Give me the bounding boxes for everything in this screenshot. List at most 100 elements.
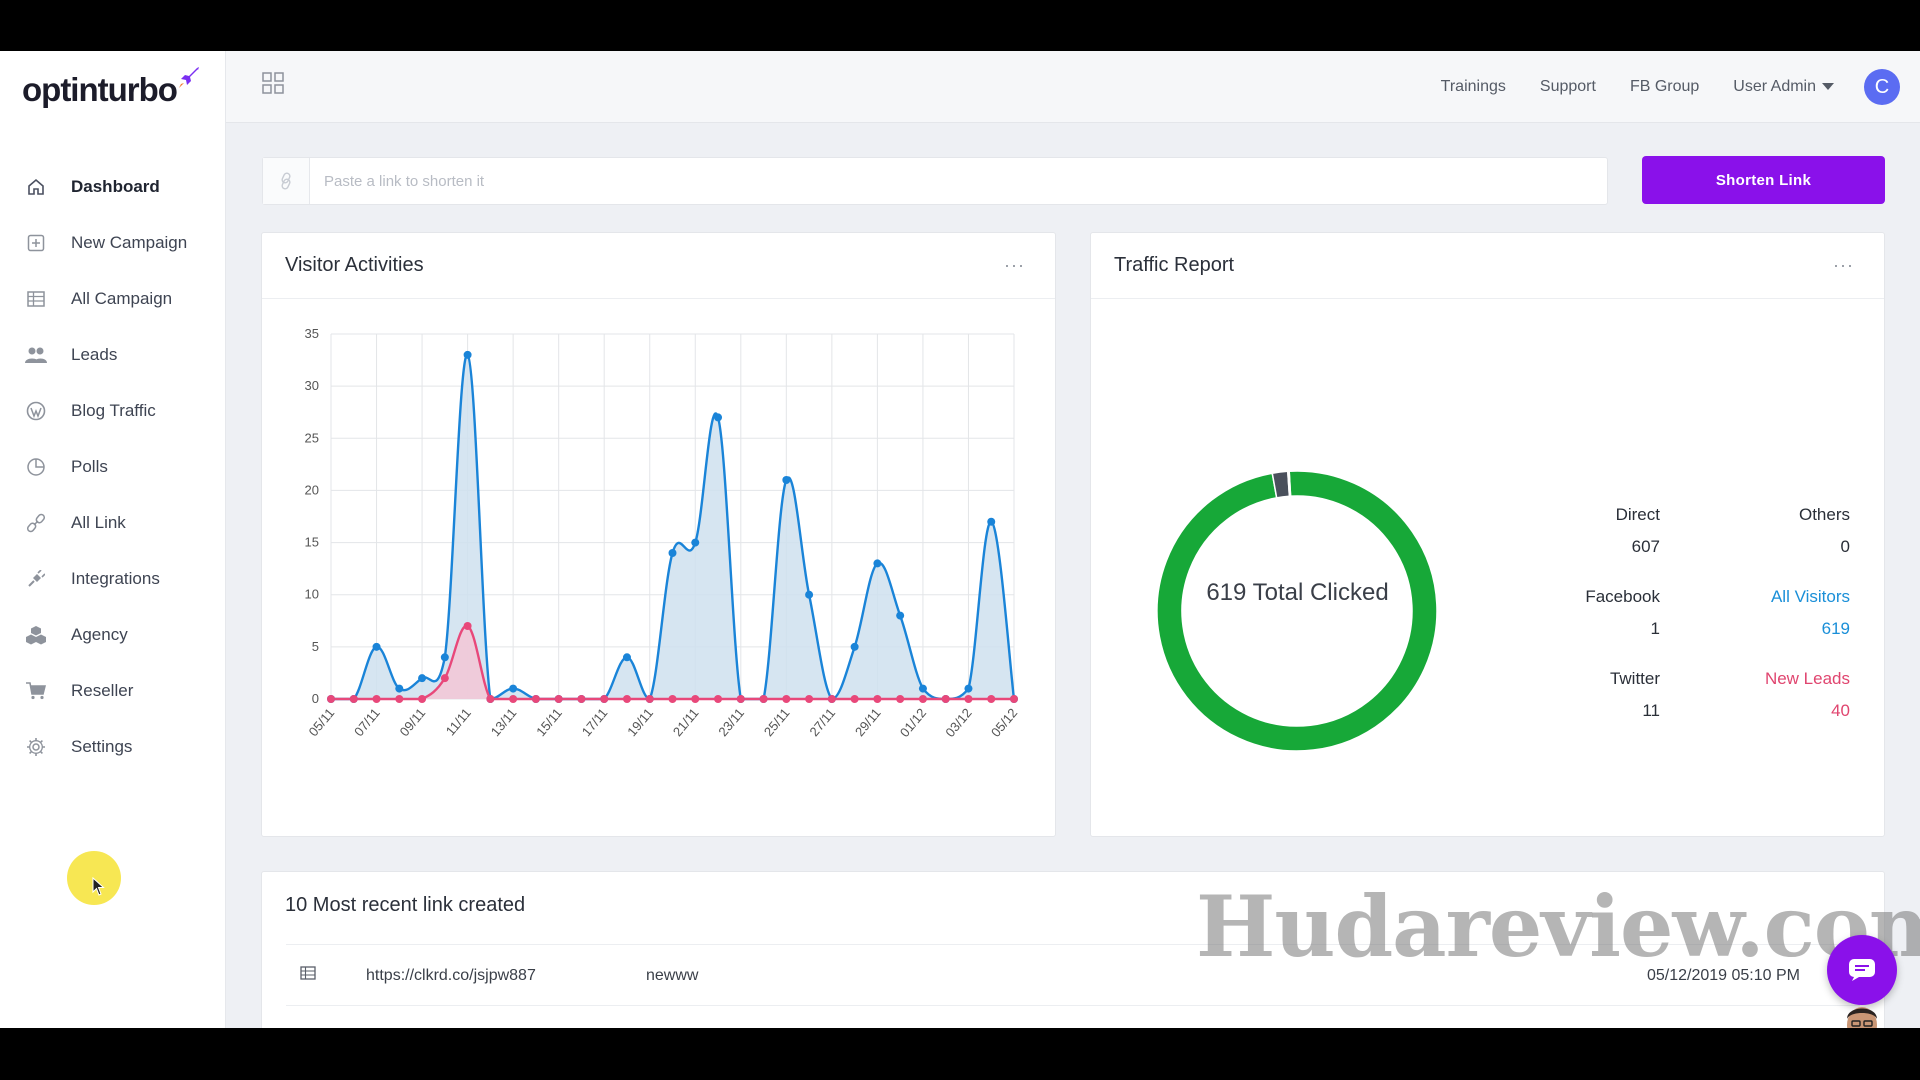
donut-slice-direct [1156, 470, 1438, 752]
sidebar-item-reseller[interactable]: Reseller [0, 663, 226, 719]
data-point-series-0 [714, 413, 723, 422]
x-tick-label: 23/11 [715, 705, 747, 739]
data-point-series-1 [440, 674, 449, 683]
pie-icon [25, 456, 47, 478]
traffic-report-card: Traffic Report ··· Direct 607 Others 0 F… [1090, 232, 1885, 837]
x-tick-label: 05/11 [306, 705, 338, 739]
data-point-series-0 [918, 684, 927, 693]
data-point-series-1 [805, 695, 814, 703]
fb-group-link[interactable]: FB Group [1630, 78, 1699, 96]
avatar[interactable]: C [1864, 69, 1900, 105]
stat-others-value: 0 [1840, 537, 1850, 556]
link-url[interactable]: https://clkrd.co/jsjpw887 [366, 967, 536, 985]
shorten-link-button[interactable]: Shorten Link [1642, 156, 1885, 204]
stat-new-leads-label: New Leads [1764, 669, 1850, 688]
table-icon [25, 288, 47, 310]
apps-grid-icon[interactable] [261, 71, 285, 95]
sidebar-item-blog-traffic[interactable]: Blog Traffic [0, 383, 226, 439]
y-tick-label: 30 [305, 378, 319, 393]
shorten-link-input[interactable] [310, 158, 1607, 204]
link-icon [281, 172, 291, 190]
data-point-series-0 [691, 538, 700, 547]
sidebar-item-label: Leads [71, 345, 118, 364]
x-tick-label: 19/11 [624, 705, 656, 739]
cubes-icon [25, 624, 47, 646]
sidebar-item-new-campaign[interactable]: New Campaign [0, 215, 226, 271]
card-header: Visitor Activities ··· [262, 233, 1055, 299]
user-menu-dropdown[interactable]: User Admin [1733, 78, 1834, 96]
data-point-series-0 [987, 517, 996, 526]
data-point-series-1 [668, 695, 677, 703]
sidebar-item-leads[interactable]: Leads [0, 327, 226, 383]
watermark: Hudareview.com [1196, 877, 1920, 976]
sidebar-item-all-campaign[interactable]: All Campaign [0, 271, 226, 327]
data-point-series-1 [418, 695, 427, 703]
y-tick-label: 35 [305, 326, 319, 341]
chat-icon [1849, 959, 1875, 981]
data-point-series-0 [850, 642, 859, 651]
data-point-series-0 [418, 674, 427, 683]
visitor-activities-card: Visitor Activities ··· 0 5 10 15 20 25 30 35 05/… [261, 232, 1056, 837]
stat-all-visitors-value: 619 [1821, 619, 1850, 638]
y-tick-label: 20 [305, 482, 319, 497]
shorten-addon [263, 158, 310, 204]
chat-widget-button[interactable] [1827, 935, 1897, 1005]
sidebar-item-dashboard[interactable]: Dashboard [0, 159, 226, 215]
data-point-series-1 [714, 695, 723, 703]
plug-icon [25, 568, 47, 590]
table-icon [286, 966, 326, 985]
shorten-link-bar [262, 157, 1608, 205]
gear-icon [25, 736, 47, 758]
data-point-series-1 [759, 695, 768, 703]
data-point-series-1 [327, 695, 335, 703]
wordpress-icon [25, 400, 47, 422]
x-tick-label: 07/11 [351, 705, 383, 739]
sidebar-item-settings[interactable]: Settings [0, 719, 226, 775]
support-link[interactable]: Support [1540, 78, 1596, 96]
data-point-series-0 [372, 642, 381, 651]
data-point-series-1 [463, 622, 472, 630]
more-options-icon[interactable]: ··· [1004, 255, 1025, 276]
data-point-series-1 [486, 695, 495, 703]
letterbox-top [0, 0, 1920, 51]
sidebar-item-label: Settings [71, 737, 133, 756]
sidebar-item-label: Blog Traffic [71, 401, 156, 420]
sidebar-item-all-link[interactable]: All Link [0, 495, 226, 551]
data-point-series-1 [372, 695, 381, 703]
x-tick-label: 11/11 [443, 705, 474, 738]
donut-center-label: 619 Total Clicked [1206, 579, 1389, 606]
data-point-series-1 [1010, 695, 1018, 703]
sidebar: optinturbo Dashboard New Campaign All Ca… [0, 51, 226, 1028]
traffic-donut-chart [1156, 470, 1438, 752]
sidebar-item-integrations[interactable]: Integrations [0, 551, 226, 607]
sidebar-item-polls[interactable]: Polls [0, 439, 226, 495]
x-tick-label: 27/11 [806, 705, 838, 739]
data-point-series-1 [349, 695, 358, 703]
trainings-link[interactable]: Trainings [1441, 78, 1506, 96]
data-point-series-1 [531, 695, 540, 703]
data-point-series-1 [987, 695, 996, 703]
x-tick-label: 09/11 [397, 705, 429, 739]
sidebar-item-label: Agency [71, 625, 128, 644]
data-point-series-1 [509, 695, 518, 703]
stat-others-label: Others [1798, 505, 1850, 524]
rocket-icon [178, 67, 199, 88]
data-point-series-1 [577, 695, 586, 703]
data-point-series-1 [622, 695, 631, 703]
stat-new-leads-value: 40 [1831, 701, 1850, 720]
support-agent-avatar [1847, 1007, 1877, 1028]
sidebar-item-agency[interactable]: Agency [0, 607, 226, 663]
data-point-series-0 [896, 611, 905, 620]
x-tick-label: 03/12 [942, 705, 974, 740]
link-name: newww [646, 966, 699, 984]
card-title: 10 Most recent link created [285, 893, 526, 916]
stat-facebook-value: 1 [1650, 619, 1660, 638]
sidebar-item-label: All Link [71, 513, 126, 532]
more-options-icon[interactable]: ··· [1833, 255, 1854, 276]
data-point-series-1 [736, 695, 745, 703]
data-point-series-0 [395, 684, 404, 693]
y-tick-label: 25 [305, 430, 319, 445]
logo[interactable]: optinturbo [22, 65, 201, 115]
data-point-series-0 [873, 559, 882, 568]
data-point-series-1 [600, 695, 609, 703]
